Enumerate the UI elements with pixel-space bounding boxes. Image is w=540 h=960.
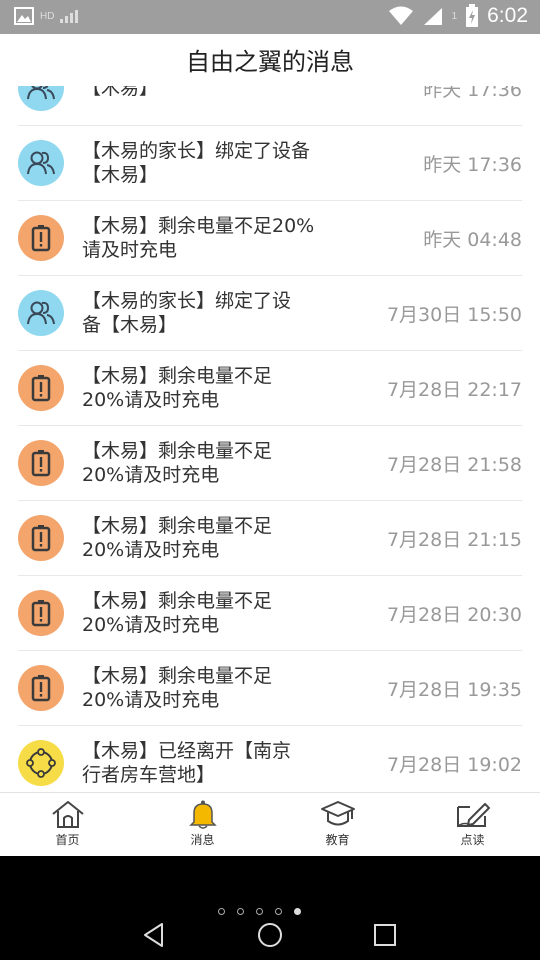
signal-note: 1 [451,10,458,22]
message-time: 昨天 04:48 [423,228,522,251]
parent-binding-icon [18,140,64,186]
message-item[interactable]: 【木易】 昨天 17:36 [18,86,522,126]
graduation-cap-icon [320,801,355,826]
nav-education-label: 教育 [325,833,350,847]
signal-strength-icon [423,8,442,25]
message-list-inner: 【木易】 昨天 17:36 【木易的家长】绑定了设备 【木易】 昨天 17:36 【木易… [0,86,540,792]
page-dot [256,908,263,915]
message-text: 【木易的家长】绑定了设备 【木易】 [82,140,311,186]
message-text: 【木易】剩余电量不足 20%请及时充电 [82,440,273,486]
home-icon [51,801,84,828]
message-text: 【木易】剩余电量不足 20%请及时充电 [82,665,273,711]
geofence-icon [18,740,64,786]
status-bar: HD 1 6:02 [0,0,540,34]
message-item[interactable]: 【木易】剩余电量不足 20%请及时充电 7月28日 19:35 [18,651,522,726]
message-item[interactable]: 【木易】剩余电量不足 20%请及时充电 7月28日 22:17 [18,351,522,426]
app-screen: 自由之翼的消息 【木易】 昨天 17:36 【木易的家长】绑定了设备 【木易】 昨天 … [0,34,540,856]
message-text: 【木易】剩余电量不足 20%请及时充电 [82,365,273,411]
message-text: 【木易】 [82,86,159,99]
message-text: 【木易】剩余电量不足 20%请及时充电 [82,590,273,636]
bottom-nav: 首页 消息 教育 点读 [0,792,540,856]
message-item[interactable]: 【木易】剩余电量不足20% 请及时充电 昨天 04:48 [18,201,522,276]
message-time: 7月28日 21:15 [386,528,522,551]
message-time: 7月28日 21:58 [386,453,522,476]
parent-binding-icon [18,290,64,336]
page-title: 自由之翼的消息 [0,34,540,86]
message-text: 【木易】剩余电量不足20% 请及时充电 [82,215,315,261]
carrier-indicator: HD [40,10,55,22]
wifi-icon [388,6,413,25]
low-battery-icon [18,215,64,261]
bell-icon [188,800,217,829]
system-navigation-bar [0,856,540,960]
message-time: 7月30日 15:50 [386,303,522,326]
status-bar-left: HD [14,7,79,25]
image-notification-icon [14,7,34,25]
message-text: 【木易】已经离开【南京 行者房车营地】 [82,740,292,786]
message-item[interactable]: 【木易的家长】绑定了设 备【木易】 7月30日 15:50 [18,276,522,351]
low-battery-icon [18,365,64,411]
back-icon[interactable] [142,922,166,948]
message-text: 【木易的家长】绑定了设 备【木易】 [82,290,292,336]
message-list[interactable]: 【木易】 昨天 17:36 【木易的家长】绑定了设备 【木易】 昨天 17:36 【木易… [0,86,540,792]
page-dot [237,908,244,915]
nav-messages-label: 消息 [190,833,215,847]
page-dot [275,908,282,915]
recents-icon[interactable] [373,922,397,948]
nav-education[interactable]: 教育 [270,793,405,856]
nav-home-label: 首页 [55,833,80,847]
parent-binding-icon [18,86,64,111]
message-text: 【木易】剩余电量不足 20%请及时充电 [82,515,273,561]
signal-icon [60,10,79,23]
home-button-icon[interactable] [257,922,283,948]
low-battery-icon [18,515,64,561]
nav-read[interactable]: 点读 [405,793,540,856]
nav-read-label: 点读 [460,833,485,847]
nav-home[interactable]: 首页 [0,793,135,856]
message-time: 7月28日 19:02 [386,753,522,776]
clock: 6:02 [487,4,528,27]
message-time: 昨天 17:36 [423,86,522,101]
page-dot-active [294,908,301,915]
status-bar-right: 1 6:02 [388,4,528,28]
message-time: 7月28日 22:17 [386,378,522,401]
message-item[interactable]: 【木易】剩余电量不足 20%请及时充电 7月28日 20:30 [18,576,522,651]
message-time: 昨天 17:36 [423,153,522,176]
message-item[interactable]: 【木易】剩余电量不足 20%请及时充电 7月28日 21:15 [18,501,522,576]
page-dot [218,908,225,915]
low-battery-icon [18,665,64,711]
message-item[interactable]: 【木易】已经离开【南京 行者房车营地】 7月28日 19:02 [18,726,522,792]
battery-icon [466,4,479,27]
message-time: 7月28日 19:35 [386,678,522,701]
low-battery-icon [18,590,64,636]
message-item[interactable]: 【木易的家长】绑定了设备 【木易】 昨天 17:36 [18,126,522,201]
nav-messages[interactable]: 消息 [135,793,270,856]
low-battery-icon [18,440,64,486]
page-indicator [218,908,301,915]
message-time: 7月28日 20:30 [386,603,522,626]
edit-book-icon [456,803,490,827]
message-item[interactable]: 【木易】剩余电量不足 20%请及时充电 7月28日 21:58 [18,426,522,501]
